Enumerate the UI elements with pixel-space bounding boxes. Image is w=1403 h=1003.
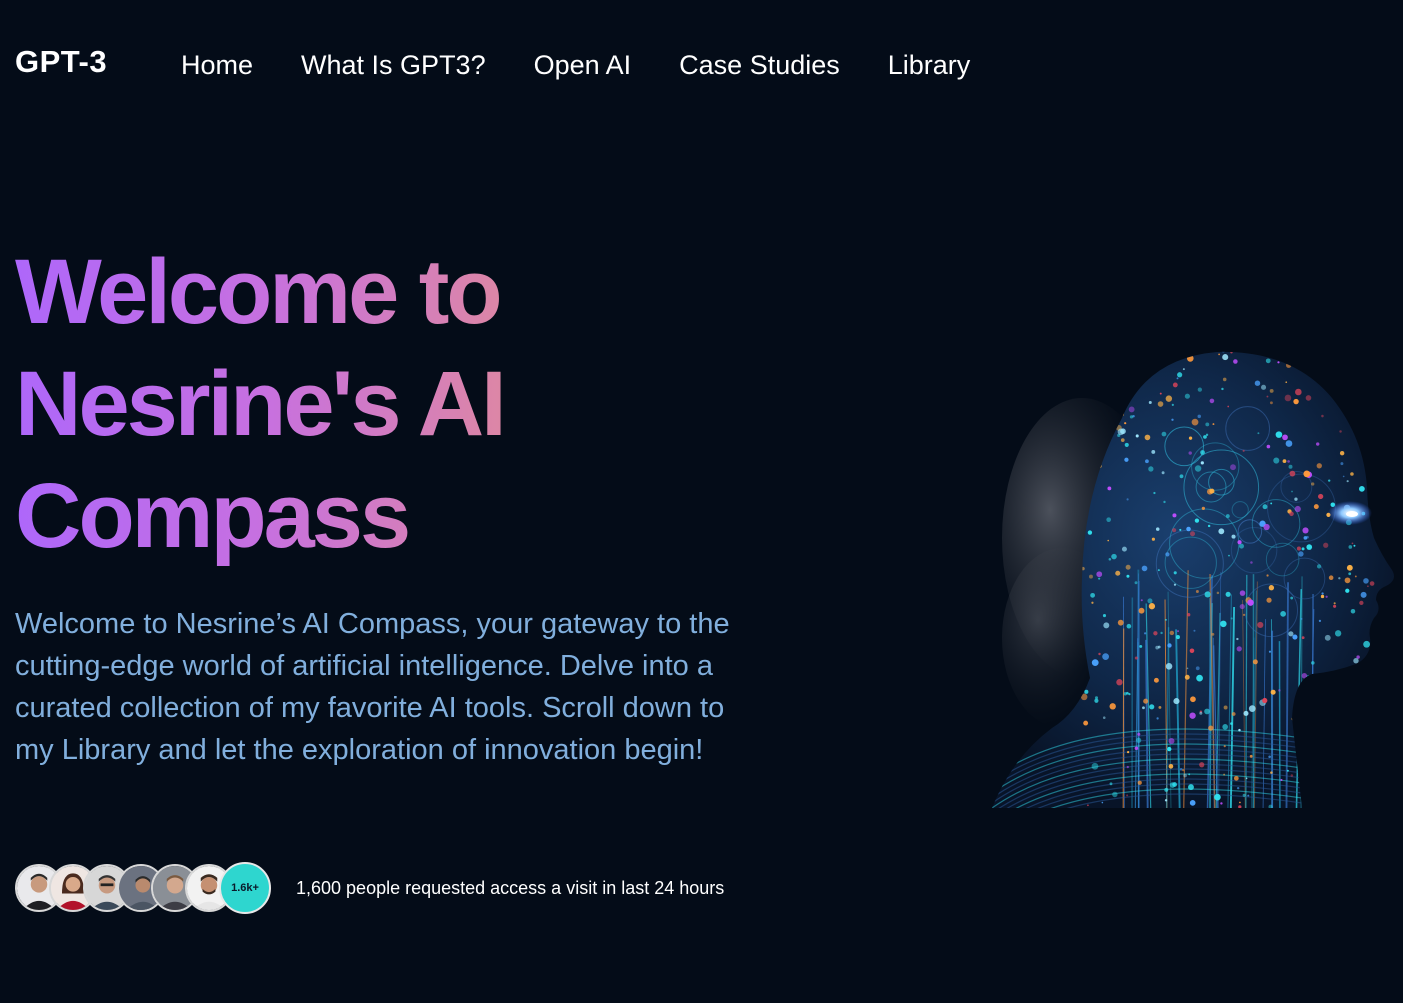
nav-open-ai-link[interactable]: Open AI: [534, 50, 632, 81]
hero-title-line: Welcome to: [15, 241, 500, 343]
ai-head-illustration-icon: [972, 338, 1402, 818]
avatar-group: 1.6k+: [15, 862, 271, 914]
hero-description: Welcome to Nesrine’s AI Compass, your ga…: [15, 608, 730, 766]
people-requested-text: 1,600 people requested access a visit in…: [296, 877, 725, 898]
nav-what-is-gpt3-link[interactable]: What Is GPT3?: [301, 50, 486, 81]
navbar: GPT-3 Home What Is GPT3? Open AI Case St…: [0, 0, 1403, 130]
hero-title-line: Compass: [15, 465, 409, 567]
nav-library-link[interactable]: Library: [888, 50, 971, 81]
nav-home-link[interactable]: Home: [181, 50, 253, 81]
logo[interactable]: GPT-3: [15, 44, 107, 80]
page: GPT-3 Home What Is GPT3? Open AI Case St…: [0, 0, 1403, 1003]
hero-title-line: Nesrine's AI: [15, 353, 504, 455]
nav-links: Home What Is GPT3? Open AI Case Studies …: [181, 50, 1018, 81]
nav-case-studies-link[interactable]: Case Studies: [679, 50, 840, 81]
people-requests: 1.6k+ 1,600 people requested access a vi…: [15, 862, 724, 914]
avatar-count-badge: 1.6k+: [219, 862, 271, 914]
hero-title: Welcome to Nesrine's AI Compass: [15, 236, 635, 572]
